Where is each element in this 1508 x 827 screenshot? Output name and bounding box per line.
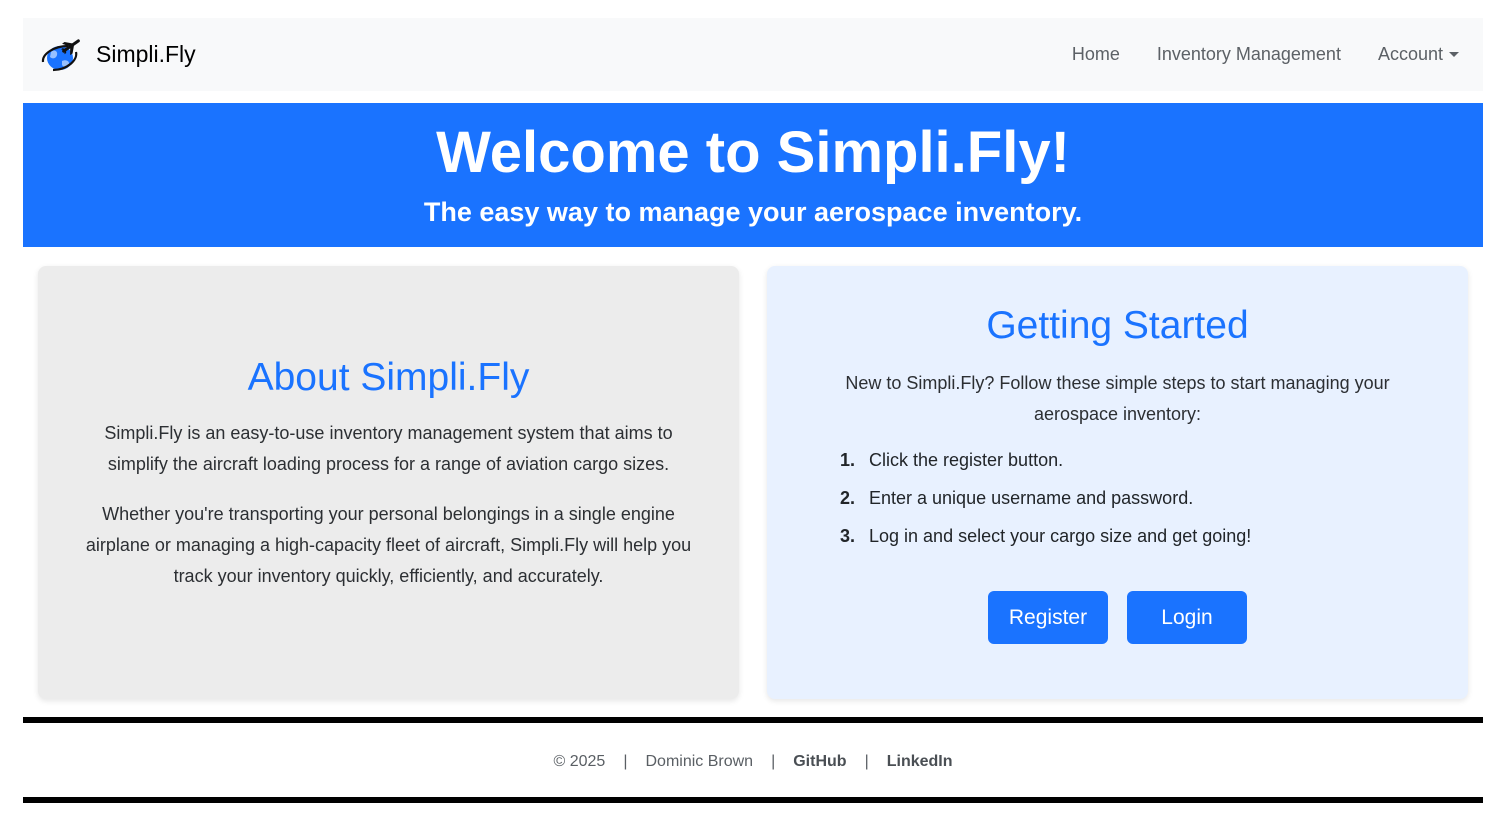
nav-inventory-management[interactable]: Inventory Management	[1157, 44, 1341, 65]
step-item: 1. Click the register button.	[840, 448, 1428, 472]
step-item: 3. Log in and select your cargo size and…	[840, 524, 1428, 548]
about-paragraph-2: Whether you're transporting your persona…	[85, 504, 692, 586]
footer: © 2025 | Dominic Brown | GitHub | Linked…	[23, 748, 1483, 776]
about-paragraph-1: Simpli.Fly is an easy-to-use inventory m…	[104, 423, 673, 474]
footer-separator: |	[623, 753, 628, 770]
getting-started-intro: New to Simpli.Fly? Follow these simple s…	[845, 373, 1390, 424]
register-button[interactable]: Register	[988, 591, 1108, 644]
globe-airplane-icon	[41, 38, 80, 71]
brand-link[interactable]: Simpli.Fly	[40, 37, 196, 73]
nav-home[interactable]: Home	[1072, 44, 1120, 65]
footer-separator: |	[864, 753, 869, 770]
login-button[interactable]: Login	[1127, 591, 1247, 644]
hero-banner: Welcome to Simpli.Fly! The easy way to m…	[23, 103, 1483, 247]
nav-account-label: Account	[1377, 44, 1443, 64]
navbar: Simpli.Fly Home Inventory Management Acc…	[23, 18, 1483, 91]
steps-list: 1. Click the register button. 2. Enter a…	[840, 448, 1428, 548]
hero-title: Welcome to Simpli.Fly!	[436, 120, 1070, 185]
footer-top-divider	[23, 717, 1483, 723]
step-text: Log in and select your cargo size and ge…	[869, 526, 1252, 546]
footer-copyright: © 2025	[553, 753, 606, 770]
getting-started-title: Getting Started	[986, 304, 1249, 347]
step-number: 2.	[840, 488, 856, 508]
hero-subtitle: The easy way to manage your aerospace in…	[423, 197, 1083, 227]
linkedin-link[interactable]: LinkedIn	[887, 753, 953, 771]
step-text: Enter a unique username and password.	[869, 488, 1194, 508]
step-item: 2. Enter a unique username and password.	[840, 486, 1428, 510]
nav-account-dropdown[interactable]: Account	[1378, 44, 1459, 65]
step-text: Click the register button.	[869, 450, 1064, 470]
footer-bottom-divider	[23, 797, 1483, 803]
step-number: 3.	[840, 526, 856, 546]
caret-down-icon	[1449, 52, 1459, 57]
step-number: 1.	[840, 450, 856, 470]
getting-started-card: Getting Started New to Simpli.Fly? Follo…	[767, 266, 1468, 699]
about-card: About Simpli.Fly Simpli.Fly is an easy-t…	[38, 266, 739, 699]
about-title: About Simpli.Fly	[247, 356, 530, 399]
auth-buttons: Register Login	[807, 591, 1428, 644]
page: Simpli.Fly Home Inventory Management Acc…	[0, 0, 1508, 827]
footer-separator: |	[771, 753, 776, 770]
brand-name: Simpli.Fly	[96, 41, 196, 67]
github-link[interactable]: GitHub	[793, 753, 846, 771]
nav-links: Home Inventory Management Account	[1072, 44, 1459, 65]
footer-author: Dominic Brown	[645, 753, 754, 770]
